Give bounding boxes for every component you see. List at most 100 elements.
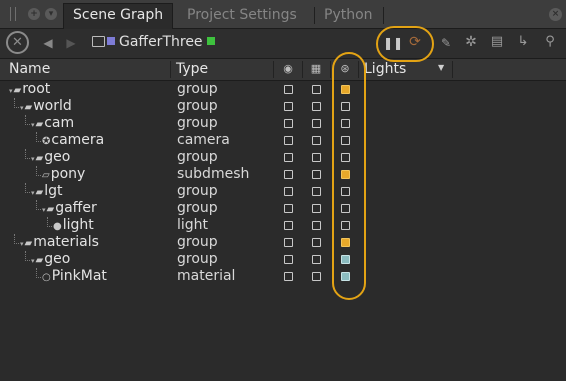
material-icon: ○ (42, 272, 51, 283)
tree-row-label: camera (51, 132, 105, 148)
expand-toggle-icon[interactable]: ▾ (31, 121, 35, 129)
pane-grip-icon[interactable] (10, 7, 16, 21)
visibility-checkbox[interactable] (284, 204, 293, 213)
tree-row-type: group (177, 98, 218, 114)
tree-row-name[interactable]: ○PinkMat (42, 268, 107, 286)
column-divider[interactable] (330, 61, 331, 78)
render-checkbox[interactable] (312, 102, 321, 111)
tree-connector (25, 183, 30, 193)
render-checkbox[interactable] (312, 238, 321, 247)
expand-toggle-icon[interactable]: ▾ (20, 240, 24, 248)
column-divider[interactable] (170, 61, 171, 78)
tab-project-settings[interactable]: Project Settings (178, 4, 306, 28)
tree-row-label: geo (44, 149, 71, 165)
tree-row-type: group (177, 251, 218, 267)
visibility-checkbox[interactable] (284, 170, 293, 179)
tree-row-type: light (177, 217, 209, 233)
camera-icon: ✪ (42, 136, 51, 147)
forward-arrow-icon[interactable]: ▶ (63, 35, 79, 51)
tree-row[interactable]: ▱pony subdmesh (0, 166, 566, 183)
tree-row[interactable]: ●light light (0, 217, 566, 234)
pencil-icon[interactable]: ✎ (438, 35, 454, 51)
tab-python[interactable]: Python (315, 4, 382, 28)
column-lights-header[interactable]: Lights (364, 61, 406, 77)
visibility-checkbox[interactable] (284, 255, 293, 264)
tree-row[interactable]: ▾▰lgt group (0, 183, 566, 200)
gear-icon[interactable]: ✲ (463, 34, 479, 50)
tree-row[interactable]: ▾▰root group (0, 81, 566, 98)
tree-row-label: pony (50, 166, 86, 182)
tree-row-name[interactable]: ●light (53, 217, 94, 235)
visibility-checkbox[interactable] (284, 85, 293, 94)
render-checkbox[interactable] (312, 272, 321, 281)
render-checkbox[interactable] (312, 255, 321, 264)
group-icon: ▰ (13, 85, 22, 96)
visibility-checkbox[interactable] (284, 187, 293, 196)
pane-menu-icon[interactable]: ▾ (45, 8, 57, 20)
render-checkbox[interactable] (312, 170, 321, 179)
expand-toggle-icon[interactable]: ▾ (31, 155, 35, 163)
visibility-checkbox[interactable] (284, 238, 293, 247)
visibility-checkbox[interactable] (284, 153, 293, 162)
column-type-header[interactable]: Type (176, 61, 208, 77)
link-icon[interactable]: ↳ (515, 34, 531, 50)
visibility-checkbox[interactable] (284, 102, 293, 111)
column-divider[interactable] (273, 61, 274, 78)
tree-row[interactable]: ▾▰geo group (0, 149, 566, 166)
tree-connector (36, 132, 41, 142)
column-name-header[interactable]: Name (9, 61, 50, 77)
close-pane-icon[interactable]: × (549, 8, 562, 21)
visibility-column-icon[interactable]: ◉ (281, 62, 295, 76)
tab-bar: + ▾ Scene Graph Project Settings Python … (0, 0, 566, 29)
back-arrow-icon[interactable]: ◀ (40, 35, 56, 51)
tab-scene-graph[interactable]: Scene Graph (63, 3, 174, 29)
tree-row[interactable]: ▾▰gaffer group (0, 200, 566, 217)
visibility-checkbox[interactable] (284, 136, 293, 145)
tree-row-type: group (177, 149, 218, 165)
tree-row[interactable]: ✪camera camera (0, 132, 566, 149)
tree-row[interactable]: ○PinkMat material (0, 268, 566, 285)
expand-toggle-icon[interactable]: ▾ (42, 206, 46, 214)
tree-connector (25, 115, 30, 125)
render-checkbox[interactable] (312, 119, 321, 128)
column-divider[interactable] (302, 61, 303, 78)
node-path[interactable]: GafferThree (92, 32, 215, 52)
pane-options-icon[interactable]: + (28, 8, 40, 20)
visibility-checkbox[interactable] (284, 221, 293, 230)
tree-row-type: group (177, 183, 218, 199)
visibility-checkbox[interactable] (284, 119, 293, 128)
node-folder-icon (92, 36, 105, 47)
tree-row[interactable]: ▾▰materials group (0, 234, 566, 251)
render-column-icon[interactable]: ▦ (309, 62, 323, 76)
expand-toggle-icon[interactable]: ▾ (9, 87, 13, 95)
group-icon: ▰ (35, 187, 44, 198)
tree-row[interactable]: ▾▰cam group (0, 115, 566, 132)
render-checkbox[interactable] (312, 204, 321, 213)
tree-row-type: group (177, 234, 218, 250)
search-icon[interactable]: ⚲ (542, 34, 558, 50)
stop-icon[interactable]: ✕ (6, 31, 29, 54)
tree-row-name[interactable]: ✪camera (42, 132, 104, 150)
tree-row-label: lgt (44, 183, 63, 199)
tree-row[interactable]: ▾▰geo group (0, 251, 566, 268)
visibility-checkbox[interactable] (284, 272, 293, 281)
node-name: GafferThree (119, 34, 203, 50)
render-checkbox[interactable] (312, 136, 321, 145)
render-checkbox[interactable] (312, 85, 321, 94)
chevron-down-icon[interactable]: ▼ (438, 63, 444, 72)
clapboard-icon[interactable]: ▤ (489, 34, 505, 50)
render-checkbox[interactable] (312, 187, 321, 196)
expand-toggle-icon[interactable]: ▾ (20, 104, 24, 112)
tree-row-name[interactable]: ▱pony (42, 166, 85, 184)
mesh-icon: ▱ (42, 170, 50, 181)
scene-graph-tree: ▾▰root group ▾▰world group ▾▰cam group ✪camera… (0, 81, 566, 285)
expand-toggle-icon[interactable]: ▾ (31, 257, 35, 265)
expand-toggle-icon[interactable]: ▾ (31, 189, 35, 197)
tree-row-type: group (177, 81, 218, 97)
tree-connector (14, 98, 19, 108)
column-divider[interactable] (452, 61, 453, 78)
render-checkbox[interactable] (312, 153, 321, 162)
render-checkbox[interactable] (312, 221, 321, 230)
toolbar: ✕ ◀ ▶ GafferThree ❚❚ ⟳ ✎ ✲ ▤ ↳ ⚲ (0, 29, 566, 59)
tree-row[interactable]: ▾▰world group (0, 98, 566, 115)
